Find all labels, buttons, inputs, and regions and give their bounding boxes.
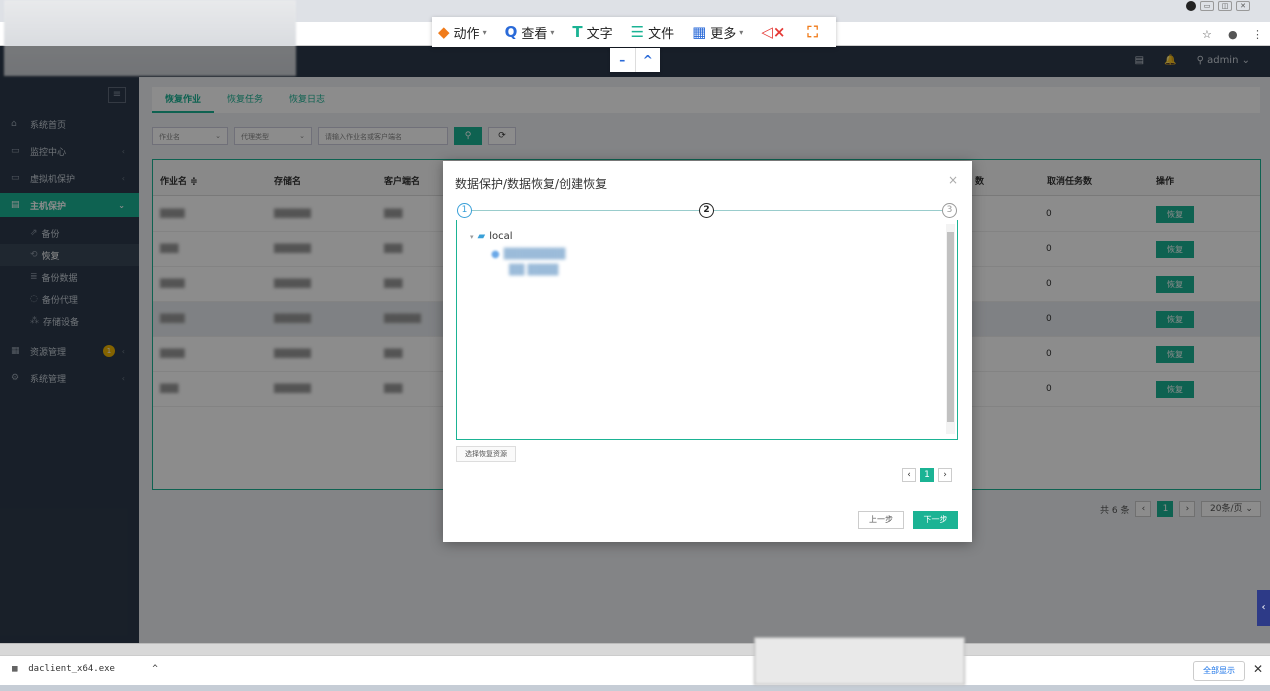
chevron-up-icon[interactable]: ^ — [152, 664, 157, 674]
side-collapse-tab[interactable]: ‹ — [1257, 590, 1270, 626]
blurred-node-label: ██ ████ — [509, 265, 559, 276]
layers-icon: ◆ — [438, 23, 450, 41]
fullscreen-button[interactable]: ⛶ — [807, 23, 822, 41]
dialog-pagination: ‹ 1 › — [902, 468, 952, 482]
toolbar-minimize-button[interactable]: – — [610, 48, 636, 72]
previous-step-button[interactable]: 上一步 — [858, 511, 904, 529]
tree-node-local[interactable]: ▾ ▰ local — [470, 231, 513, 242]
window-controls: ▭ ◫ ✕ — [1186, 1, 1250, 11]
expand-arrow-icon[interactable]: ▾ — [470, 233, 474, 241]
remote-toolbar: ◆ 动作 ▾ Q 查看 ▾ T 文字 ☰ 文件 ▦ 更多 ▾ ◁× ⛶ — [432, 17, 836, 47]
toolbar-text-button[interactable]: T 文字 — [572, 23, 612, 42]
tree-node[interactable]: ● ████████ — [491, 249, 565, 260]
scrollbar[interactable] — [946, 224, 955, 434]
step-2: 2 — [699, 203, 714, 218]
grid-icon: ▦ — [692, 23, 707, 41]
step-indicator: 1 2 3 — [457, 203, 957, 219]
file-icon: ☰ — [630, 23, 645, 41]
close-icon[interactable]: ✕ — [1253, 662, 1263, 676]
blurred-node-label: ████████ — [503, 249, 566, 260]
create-restore-dialog: 数据保护/数据恢复/创建恢复 × 1 2 3 ▾ ▰ local ● █████… — [443, 161, 972, 542]
blurred-popup — [754, 637, 965, 685]
fullscreen-icon: ⛶ — [807, 23, 818, 41]
account-icon[interactable]: ● — [1228, 28, 1238, 41]
taskbar — [0, 685, 1270, 691]
page-1-button[interactable]: 1 — [920, 468, 934, 482]
next-step-button[interactable]: 下一步 — [913, 511, 958, 529]
close-window-icon[interactable]: ✕ — [1236, 1, 1250, 11]
profile-dot-icon[interactable] — [1186, 1, 1196, 11]
download-bar: ▦ daclient_x64.exe ^ 全部显示 ✕ — [0, 655, 1270, 685]
text-t-icon: T — [572, 23, 583, 41]
toolbar-file-button[interactable]: ☰ 文件 — [631, 23, 674, 42]
browser-menu-icon[interactable]: ⋮ — [1252, 28, 1263, 41]
mute-button[interactable]: ◁× — [761, 23, 789, 41]
prev-page-button[interactable]: ‹ — [902, 468, 916, 482]
toolbar-action-menu[interactable]: ◆ 动作 ▾ — [438, 23, 487, 42]
step-1: 1 — [457, 203, 472, 218]
resource-tree: ▾ ▰ local ● ████████ ██ ████ — [456, 220, 958, 440]
file-icon: ▦ — [12, 664, 18, 674]
database-icon: ▰ — [477, 231, 486, 242]
toolbar-view-menu[interactable]: Q 查看 ▾ — [505, 23, 555, 42]
bookmark-star-icon[interactable]: ☆ — [1202, 28, 1212, 41]
scrollbar-thumb[interactable] — [947, 232, 954, 422]
close-icon[interactable]: × — [948, 173, 958, 187]
search-icon: Q — [504, 23, 518, 41]
tree-node[interactable]: ██ ████ — [509, 265, 558, 276]
radio-icon[interactable]: ● — [491, 249, 500, 260]
restore-window-icon[interactable]: ◫ — [1218, 1, 1232, 11]
download-item[interactable]: ▦ daclient_x64.exe ^ — [12, 664, 158, 674]
dialog-title: 数据保护/数据恢复/创建恢复 — [455, 177, 608, 191]
toolbar-collapse-button[interactable]: ^ — [636, 48, 661, 72]
toolbar-sub-controls: – ^ — [610, 48, 660, 72]
select-resource-button[interactable]: 选择恢复资源 — [456, 446, 516, 462]
minimize-window-icon[interactable]: ▭ — [1200, 1, 1214, 11]
mute-speaker-icon: ◁× — [761, 23, 786, 41]
step-3: 3 — [942, 203, 957, 218]
toolbar-more-menu[interactable]: ▦ 更多 ▾ — [692, 23, 743, 42]
next-page-button[interactable]: › — [938, 468, 952, 482]
show-all-button[interactable]: 全部显示 — [1193, 661, 1245, 681]
horizontal-scrollbar[interactable] — [0, 643, 1270, 655]
